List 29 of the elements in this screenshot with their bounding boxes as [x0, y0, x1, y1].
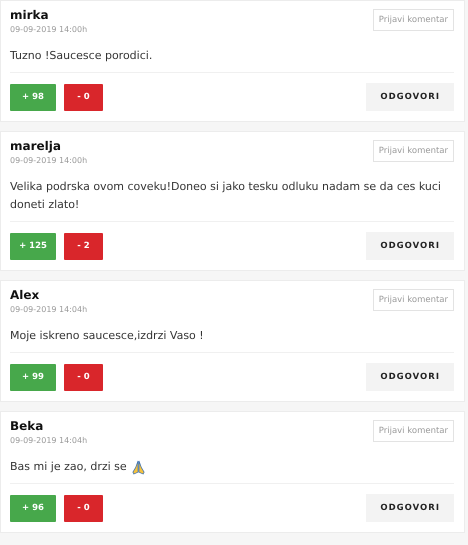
- downvote-button[interactable]: - 2: [64, 232, 103, 260]
- comment-author: Alex: [10, 288, 40, 302]
- upvote-button[interactable]: + 96: [10, 494, 56, 522]
- comment-author: marelja: [10, 139, 62, 153]
- report-button[interactable]: Prijavi komentar: [372, 289, 454, 311]
- reply-button[interactable]: ODGOVORI: [366, 83, 454, 111]
- comment-text: Moje iskreno saucesce,izdrzi Vaso !: [10, 328, 204, 344]
- report-button[interactable]: Prijavi komentar: [372, 420, 454, 442]
- upvote-button[interactable]: + 98: [10, 84, 56, 110]
- praying-hands-icon: [130, 460, 146, 474]
- reply-button[interactable]: ODGOVORI: [366, 363, 454, 391]
- reply-button[interactable]: ODGOVORI: [366, 232, 454, 260]
- comment-text: Bas mi je zao, drzi se: [10, 459, 127, 475]
- upvote-button[interactable]: + 125: [10, 232, 56, 260]
- upvote-button[interactable]: + 99: [10, 364, 56, 390]
- comment-date: 09-09-2019 14:04h: [10, 436, 88, 445]
- downvote-button[interactable]: - 0: [64, 364, 103, 390]
- report-button[interactable]: Prijavi komentar: [372, 140, 454, 162]
- comment-date: 09-09-2019 14:00h: [10, 156, 88, 165]
- comment-date: 09-09-2019 14:00h: [10, 25, 88, 34]
- downvote-button[interactable]: - 0: [64, 494, 103, 522]
- comment-text: Tuzno !Saucesce porodici.: [10, 48, 152, 64]
- comment-text: Velika podrska ovom coveku!Doneo si jako tesku odluku nadam se da ces kuci doneti zlato!: [10, 179, 442, 213]
- report-button[interactable]: Prijavi komentar: [372, 9, 454, 31]
- downvote-button[interactable]: - 0: [64, 84, 103, 110]
- reply-button[interactable]: ODGOVORI: [366, 494, 454, 522]
- comment-author: mirka: [10, 8, 50, 22]
- comment-author: Beka: [10, 419, 44, 433]
- comment-date: 09-09-2019 14:04h: [10, 305, 88, 314]
